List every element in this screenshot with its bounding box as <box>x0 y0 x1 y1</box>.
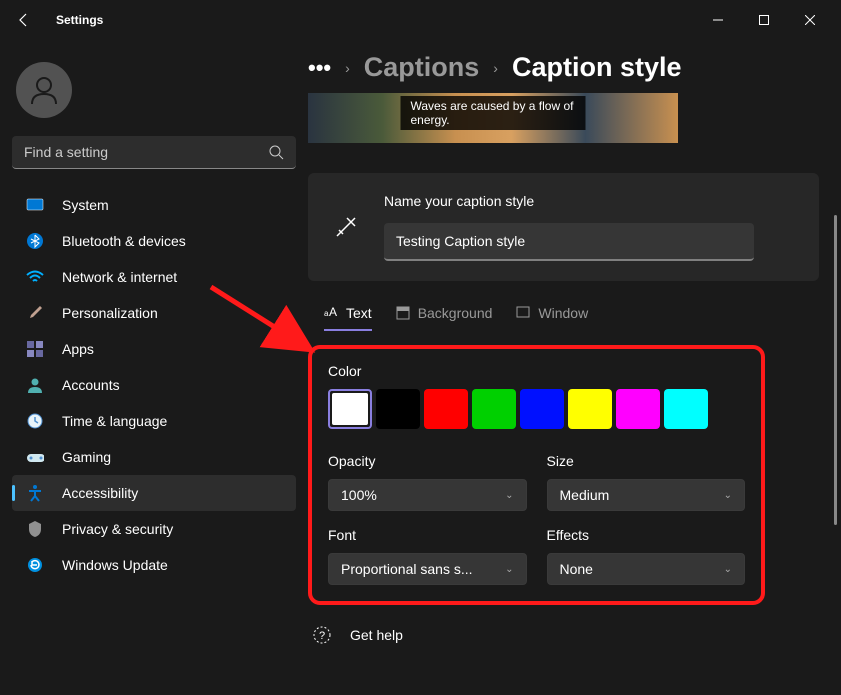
nav-label: Network & internet <box>62 269 177 285</box>
sidebar-item-gaming[interactable]: Gaming <box>12 439 296 475</box>
tab-window[interactable]: Window <box>516 297 588 331</box>
nav-label: Apps <box>62 341 94 357</box>
sidebar-item-accounts[interactable]: Accounts <box>12 367 296 403</box>
color-swatch-blue[interactable] <box>520 389 564 429</box>
color-swatch-black[interactable] <box>376 389 420 429</box>
tab-text[interactable]: aA Text <box>324 297 372 331</box>
sidebar-item-update[interactable]: Windows Update <box>12 547 296 583</box>
chevron-right-icon: › <box>493 60 498 76</box>
nav-label: System <box>62 197 109 213</box>
sidebar-item-system[interactable]: System <box>12 187 296 223</box>
chevron-down-icon: ⌄ <box>724 564 732 575</box>
scrollbar[interactable] <box>834 215 837 525</box>
person-icon <box>26 376 44 394</box>
size-label: Size <box>547 453 746 469</box>
clock-icon <box>26 412 44 430</box>
search-field[interactable] <box>24 144 269 160</box>
update-icon <box>26 556 44 574</box>
svg-text:A: A <box>329 306 337 319</box>
color-swatch-white[interactable] <box>328 389 372 429</box>
nav-label: Accounts <box>62 377 120 393</box>
breadcrumb-more[interactable]: ••• <box>308 55 331 81</box>
tab-label: Background <box>418 305 493 321</box>
caption-preview: Waves are caused by a flow of energy. <box>308 93 678 143</box>
chevron-down-icon: ⌄ <box>505 490 513 501</box>
brush-icon <box>26 304 44 322</box>
close-button[interactable] <box>787 5 833 35</box>
bluetooth-icon <box>26 232 44 250</box>
help-icon: ? <box>312 625 332 645</box>
window-icon <box>516 306 530 320</box>
window-title: Settings <box>56 13 103 27</box>
sidebar-item-network[interactable]: Network & internet <box>12 259 296 295</box>
tabs: aA Text Background Window <box>308 297 819 331</box>
color-swatch-magenta[interactable] <box>616 389 660 429</box>
size-select[interactable]: Medium ⌄ <box>547 479 746 511</box>
opacity-label: Opacity <box>328 453 527 469</box>
chevron-right-icon: › <box>345 60 350 76</box>
wifi-icon <box>26 268 44 286</box>
nav-label: Privacy & security <box>62 521 173 537</box>
chevron-down-icon: ⌄ <box>724 490 732 501</box>
page-title: Caption style <box>512 52 682 83</box>
minimize-button[interactable] <box>695 5 741 35</box>
color-swatch-cyan[interactable] <box>664 389 708 429</box>
color-label: Color <box>328 363 745 379</box>
tab-label: Text <box>346 305 372 321</box>
system-icon <box>26 196 44 214</box>
background-icon <box>396 306 410 320</box>
tab-background[interactable]: Background <box>396 297 493 331</box>
style-icon <box>332 214 360 240</box>
search-input[interactable] <box>12 136 296 169</box>
accessibility-icon <box>26 484 44 502</box>
opacity-value: 100% <box>341 487 377 503</box>
gaming-icon <box>26 448 44 466</box>
effects-select[interactable]: None ⌄ <box>547 553 746 585</box>
breadcrumb-captions[interactable]: Captions <box>364 52 480 83</box>
nav-label: Personalization <box>62 305 158 321</box>
sidebar-item-accessibility[interactable]: Accessibility <box>12 475 296 511</box>
sidebar-item-time[interactable]: Time & language <box>12 403 296 439</box>
chevron-down-icon: ⌄ <box>505 564 513 575</box>
font-value: Proportional sans s... <box>341 561 473 577</box>
search-icon <box>269 145 284 160</box>
sidebar-item-privacy[interactable]: Privacy & security <box>12 511 296 547</box>
sidebar-item-apps[interactable]: Apps <box>12 331 296 367</box>
effects-value: None <box>560 561 593 577</box>
nav-label: Windows Update <box>62 557 168 573</box>
name-section: Name your caption style <box>308 173 819 281</box>
get-help-link[interactable]: ? Get help <box>308 605 819 645</box>
text-settings-panel: Color Opacity 100% ⌄ Size Medium ⌄ <box>308 345 765 605</box>
name-label: Name your caption style <box>384 193 801 209</box>
tab-label: Window <box>538 305 588 321</box>
color-swatches <box>328 389 745 429</box>
shield-icon <box>26 520 44 538</box>
nav-label: Accessibility <box>62 485 138 501</box>
effects-label: Effects <box>547 527 746 543</box>
breadcrumb: ••• › Captions › Caption style <box>308 52 819 83</box>
caption-overlay: Waves are caused by a flow of energy. <box>401 96 586 130</box>
caption-name-input[interactable] <box>384 223 754 261</box>
font-label: Font <box>328 527 527 543</box>
back-button[interactable] <box>8 4 40 36</box>
text-icon: aA <box>324 306 338 320</box>
sidebar-item-bluetooth[interactable]: Bluetooth & devices <box>12 223 296 259</box>
svg-text:?: ? <box>319 630 325 642</box>
color-swatch-red[interactable] <box>424 389 468 429</box>
nav-label: Bluetooth & devices <box>62 233 186 249</box>
opacity-select[interactable]: 100% ⌄ <box>328 479 527 511</box>
size-value: Medium <box>560 487 610 503</box>
nav-label: Gaming <box>62 449 111 465</box>
maximize-button[interactable] <box>741 5 787 35</box>
font-select[interactable]: Proportional sans s... ⌄ <box>328 553 527 585</box>
color-swatch-yellow[interactable] <box>568 389 612 429</box>
avatar[interactable] <box>16 62 72 118</box>
nav-label: Time & language <box>62 413 167 429</box>
apps-icon <box>26 340 44 358</box>
sidebar-item-personalization[interactable]: Personalization <box>12 295 296 331</box>
color-swatch-green[interactable] <box>472 389 516 429</box>
help-label: Get help <box>350 627 403 643</box>
